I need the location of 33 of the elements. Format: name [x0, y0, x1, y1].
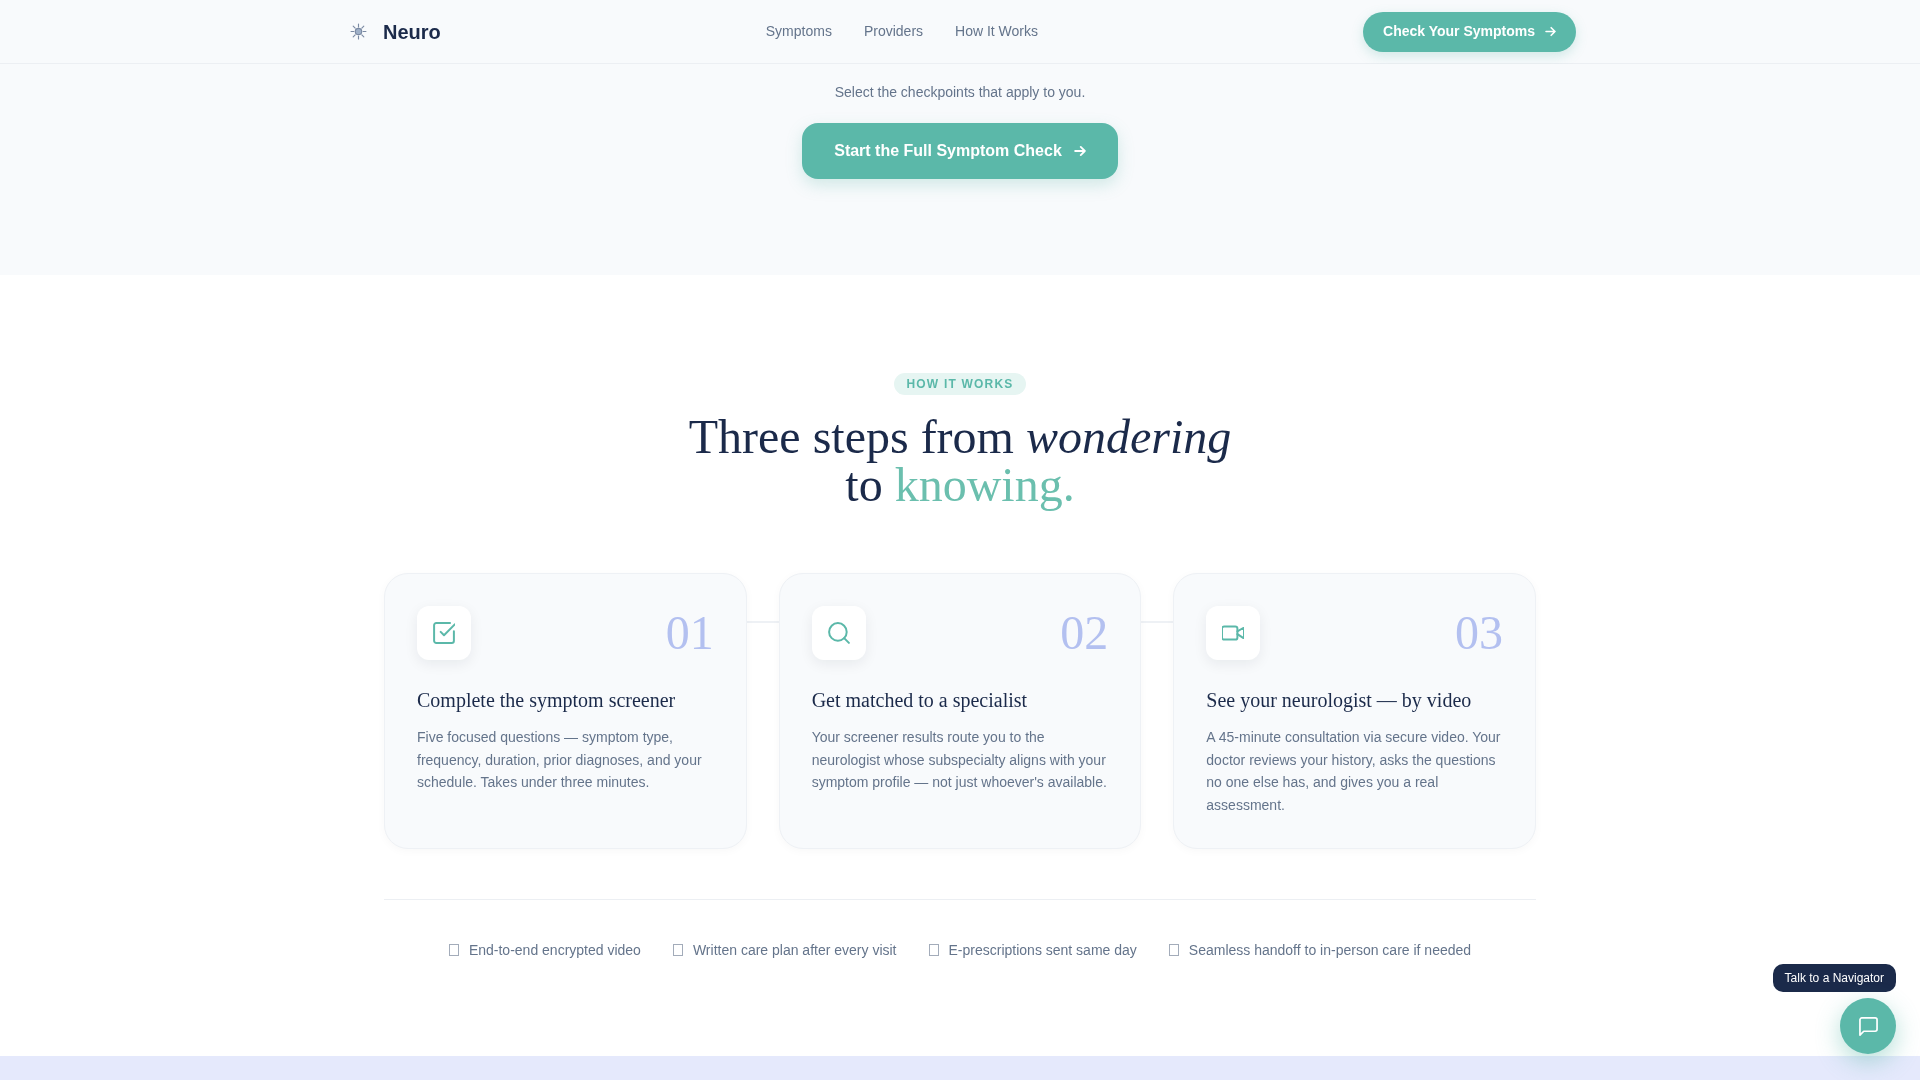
nav-link[interactable]: Symptoms — [765, 21, 832, 42]
feature-text: Written care plan after every visit — [692, 941, 897, 960]
nav-link[interactable]: How It Works — [955, 21, 1039, 42]
feature-text: E-prescriptions sent same day — [948, 941, 1137, 960]
arrow-right-icon — [1545, 26, 1556, 37]
step-description: Five focused questions — symptom type, frequency, duration, prior diagnoses, and your schedule. Takes under three minutes. — [417, 728, 703, 792]
video-camera-icon — [1206, 606, 1261, 660]
step-description: A 45-minute consultation via secure video. Your doctor reviews your history, asks the questions no one else has, and gives you a real assessment. — [1206, 728, 1502, 815]
step-number: 01 — [665, 609, 714, 657]
step-number: 02 — [1060, 609, 1109, 657]
sun-icon — [350, 23, 367, 40]
empty-box-icon — [1168, 944, 1179, 956]
feature-text: End-to-end encrypted video — [468, 941, 641, 960]
section-heading: Three steps from wondering to knowing. — [687, 413, 1233, 509]
logo-link[interactable]: Neuro — [344, 16, 441, 47]
empty-box-icon — [928, 944, 939, 956]
step-description: Your screener results route you to the neurologist whose subspecialty aligns with your symptom profile — not just whoever's available. — [811, 728, 1108, 792]
search-icon — [811, 606, 866, 660]
feature-text: Seamless handoff to in-person care if needed — [1188, 941, 1472, 960]
navigator-tooltip: Talk to a Navigator — [1772, 964, 1896, 992]
arrow-right-icon — [1073, 145, 1086, 157]
step-title: Get matched to a specialist — [811, 688, 1029, 714]
step-title: See your neurologist — by video — [1206, 688, 1473, 714]
step-number: 03 — [1455, 609, 1503, 657]
empty-box-icon — [448, 944, 459, 956]
chat-icon — [1858, 1016, 1878, 1036]
hero-hint: Select the checkpoints that apply to you. — [834, 83, 1086, 102]
nav-link[interactable]: Providers — [863, 21, 924, 42]
section-badge: HOW IT WORKS — [894, 373, 1026, 395]
empty-box-icon — [672, 944, 683, 956]
step-title: Complete the symptom screener — [417, 688, 677, 714]
chat-button[interactable] — [1840, 998, 1896, 1054]
check-square-icon — [417, 606, 471, 660]
